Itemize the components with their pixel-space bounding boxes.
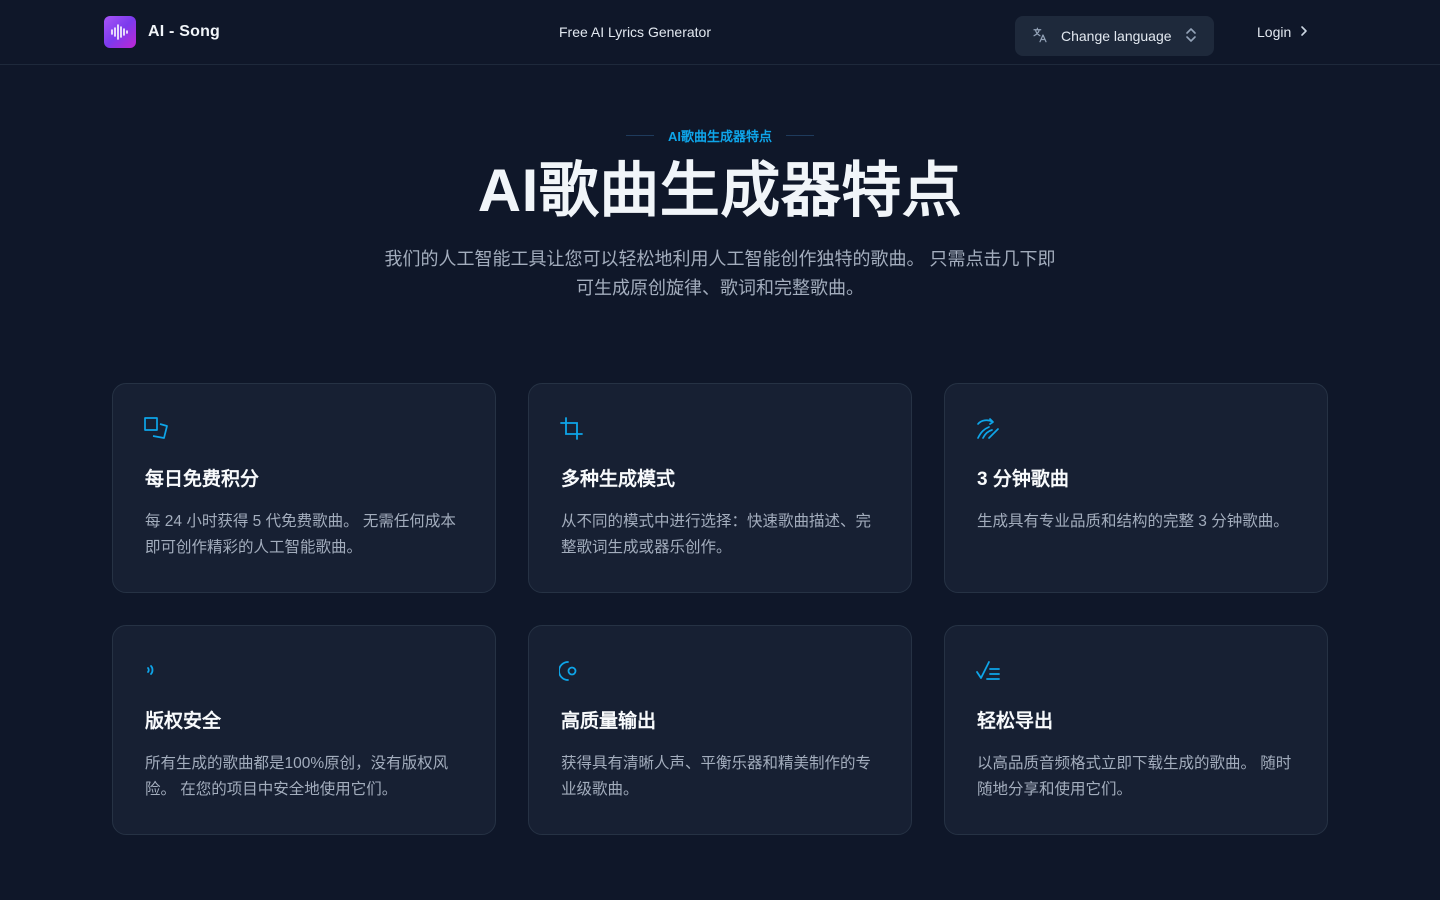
feature-card-high-quality-output: 高质量输出 获得具有清晰人声、平衡乐器和精美制作的专业级歌曲。 [528, 625, 912, 835]
feature-description: 每 24 小时获得 5 代免费歌曲。 无需任何成本即可创作精彩的人工智能歌曲。 [145, 513, 456, 556]
feature-card-easy-export: 轻松导出 以高品质音频格式立即下载生成的歌曲。 随时随地分享和使用它们。 [944, 625, 1328, 835]
feature-card-3-minute-songs: 3 分钟歌曲 生成具有专业品质和结构的完整 3 分钟歌曲。 [944, 383, 1328, 593]
radio-icon [559, 658, 585, 684]
hero-description: 我们的人工智能工具让您可以轻松地利用人工智能创作独特的歌曲。 只需点击几下即可生… [384, 249, 1056, 298]
feature-description: 所有生成的歌曲都是100%原创，没有版权风险。 在您的项目中安全地使用它们。 [145, 755, 449, 798]
eyebrow-divider-right [786, 135, 814, 136]
page-title: AI歌曲生成器特点 [477, 157, 963, 224]
crop-icon [559, 416, 585, 442]
chevron-up-down-icon [1184, 26, 1198, 47]
translate-icon [1031, 26, 1049, 47]
sound-wave-icon [143, 658, 169, 684]
feature-description: 生成具有专业品质和结构的完整 3 分钟歌曲。 [977, 513, 1289, 530]
top-nav: AI - Song Free AI Lyrics Generator Chang… [0, 0, 1440, 65]
feature-description: 以高品质音频格式立即下载生成的歌曲。 随时随地分享和使用它们。 [977, 755, 1292, 798]
feature-description: 从不同的模式中进行选择：快速歌曲描述、完整歌词生成或器乐创作。 [561, 513, 872, 556]
feature-card-generation-modes: 多种生成模式 从不同的模式中进行选择：快速歌曲描述、完整歌词生成或器乐创作。 [528, 383, 912, 593]
feature-title: 版权安全 [145, 711, 222, 732]
eyebrow-divider-left [625, 135, 654, 136]
login-link[interactable]: Login [1257, 23, 1309, 41]
ear-icon [975, 416, 1001, 442]
feature-title: 高质量输出 [561, 711, 657, 732]
feature-title: 每日免费积分 [145, 469, 260, 490]
section-eyebrow: AI歌曲生成器特点 [0, 126, 1440, 145]
eyebrow-text: AI歌曲生成器特点 [667, 129, 772, 144]
check-list-icon [975, 658, 1001, 684]
squares-icon [143, 416, 169, 442]
chevron-right-icon [1299, 24, 1309, 40]
login-label: Login [1257, 24, 1292, 40]
feature-card-daily-credits: 每日免费积分 每 24 小时获得 5 代免费歌曲。 无需任何成本即可创作精彩的人… [112, 383, 496, 593]
change-language-button[interactable]: Change language [1015, 16, 1214, 56]
feature-title: 3 分钟歌曲 [977, 469, 1069, 490]
feature-description: 获得具有清晰人声、平衡乐器和精美制作的专业级歌曲。 [561, 755, 872, 798]
feature-title: 多种生成模式 [561, 469, 676, 490]
change-language-label: Change language [1061, 28, 1172, 44]
feature-card-copyright-safe: 版权安全 所有生成的歌曲都是100%原创，没有版权风险。 在您的项目中安全地使用… [112, 625, 496, 835]
feature-title: 轻松导出 [977, 711, 1054, 732]
